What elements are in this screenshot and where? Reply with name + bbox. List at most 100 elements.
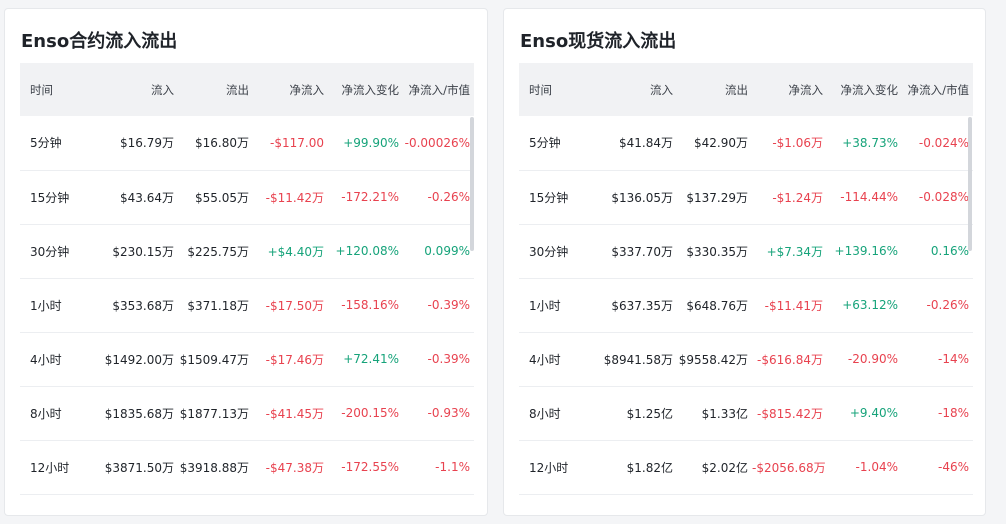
cell-inflow: $3871.50万 (104, 460, 174, 475)
cell-net-mcap-ratio: 0.099% (424, 244, 470, 258)
cell-outflow: $9558.42万 (678, 352, 748, 367)
cell-time: 5分钟 (529, 136, 561, 151)
column-header-outflow: 流出 (226, 82, 249, 97)
cell-time: 30分钟 (529, 244, 569, 259)
cell-inflow: $16.79万 (120, 136, 174, 151)
cell-net-change: -1.04% (855, 460, 898, 474)
table-row[interactable]: 30分钟 $337.70万 $330.35万 +$7.34万 +139.16% 0.16% (519, 224, 973, 278)
cell-time: 1小时 (529, 298, 561, 313)
table-row[interactable]: 5分钟 $16.79万 $16.80万 -$117.00 +99.90% -0.00026… (20, 116, 474, 170)
table-header-row: 时间 流入 流出 净流入 净流入变化 净流入/市值 (20, 63, 474, 116)
spot-flow-panel: Enso现货流入流出 时间 流入 流出 净流入 净流入变化 净流入/市值 5分钟… (503, 8, 986, 516)
cell-net-change: -172.21% (341, 190, 399, 204)
cell-net-inflow: -$11.42万 (265, 190, 324, 205)
cell-inflow: $637.35万 (611, 298, 673, 313)
cell-net-change: -172.55% (341, 460, 399, 474)
cell-outflow: $1.33亿 (701, 406, 748, 421)
cell-outflow: $648.76万 (686, 298, 748, 313)
cell-time: 12小时 (529, 460, 569, 475)
cell-net-mcap-ratio: -46% (937, 460, 969, 474)
cell-time: 30分钟 (30, 244, 70, 259)
cell-net-inflow: +$7.34万 (766, 244, 823, 259)
cell-net-mcap-ratio: -0.024% (918, 135, 969, 150)
column-header-time: 时间 (30, 82, 53, 97)
panel-title: Enso现货流入流出 (520, 31, 677, 52)
cell-time: 12小时 (30, 460, 70, 475)
cell-net-inflow: -$11.41万 (764, 298, 823, 313)
flow-table: 时间 流入 流出 净流入 净流入变化 净流入/市值 5分钟 $16.79万 $16.… (20, 63, 474, 495)
cell-net-inflow: -$17.46万 (265, 352, 324, 367)
table-header-row: 时间 流入 流出 净流入 净流入变化 净流入/市值 (519, 63, 973, 116)
cell-net-inflow: -$1.06万 (772, 136, 823, 151)
cell-net-mcap-ratio: -0.39% (427, 298, 470, 312)
cell-inflow: $230.15万 (112, 244, 174, 259)
table-body: 5分钟 $16.79万 $16.80万 -$117.00 +99.90% -0.00026… (20, 116, 474, 494)
table-row[interactable]: 5分钟 $41.84万 $42.90万 -$1.06万 +38.73% -0.024% (519, 116, 973, 170)
cell-outflow: $1509.47万 (179, 352, 249, 367)
cell-inflow: $337.70万 (611, 244, 673, 259)
cell-net-inflow: -$17.50万 (265, 298, 324, 313)
cell-net-mcap-ratio: -0.26% (926, 298, 969, 312)
cell-time: 15分钟 (529, 190, 569, 205)
cell-net-mcap-ratio: -0.93% (427, 406, 470, 420)
cell-time: 4小时 (529, 352, 561, 367)
cell-net-change: -114.44% (840, 190, 898, 204)
column-header-outflow: 流出 (725, 82, 748, 97)
cell-net-inflow: +$4.40万 (267, 244, 324, 259)
cell-inflow: $1492.00万 (104, 352, 174, 367)
cell-net-change: +9.40% (849, 406, 898, 420)
cell-net-change: +72.41% (343, 352, 399, 366)
table-row[interactable]: 15分钟 $43.64万 $55.05万 -$11.42万 -172.21% -0.26% (20, 170, 474, 224)
cell-outflow: $16.80万 (195, 136, 249, 151)
cell-outflow: $42.90万 (694, 136, 748, 151)
cell-time: 8小时 (30, 406, 62, 421)
table-row[interactable]: 12小时 $1.82亿 $2.02亿 -$2056.68万 -1.04% -46% (519, 440, 973, 494)
cell-net-inflow: -$2056.68万 (752, 460, 826, 475)
table-row[interactable]: 8小时 $1835.68万 $1877.13万 -$41.45万 -200.15% -0.… (20, 386, 474, 440)
column-header-inflow: 流入 (151, 82, 174, 97)
column-header-net-change: 净流入变化 (840, 82, 899, 97)
table-row[interactable]: 8小时 $1.25亿 $1.33亿 -$815.42万 +9.40% -18% (519, 386, 973, 440)
cell-outflow: $371.18万 (187, 298, 249, 313)
table-row[interactable]: 30分钟 $230.15万 $225.75万 +$4.40万 +120.08% 0.099… (20, 224, 474, 278)
cell-outflow: $330.35万 (686, 244, 748, 259)
cell-time: 15分钟 (30, 190, 70, 205)
table-row[interactable]: 15分钟 $136.05万 $137.29万 -$1.24万 -114.44% -0.02… (519, 170, 973, 224)
column-header-net-mcap: 净流入/市值 (907, 82, 969, 97)
flow-table-container[interactable]: 时间 流入 流出 净流入 净流入变化 净流入/市值 5分钟 $41.84万 $42.… (519, 63, 973, 503)
cell-net-change: -200.15% (341, 406, 399, 420)
cell-outflow: $55.05万 (195, 190, 249, 205)
cell-inflow: $1835.68万 (104, 406, 174, 421)
table-row[interactable]: 4小时 $1492.00万 $1509.47万 -$17.46万 +72.41% -0.3… (20, 332, 474, 386)
cell-outflow: $1877.13万 (179, 406, 249, 421)
cell-net-inflow: -$41.45万 (265, 406, 324, 421)
cell-net-change: -20.90% (847, 352, 898, 366)
scrollbar-thumb[interactable] (968, 117, 972, 251)
column-header-net-mcap: 净流入/市值 (408, 82, 470, 97)
cell-net-inflow: -$815.42万 (757, 406, 823, 421)
column-header-net-inflow: 净流入 (788, 82, 824, 97)
cell-net-mcap-ratio: -14% (937, 352, 969, 366)
cell-net-change: +120.08% (335, 244, 399, 258)
cell-net-change: -158.16% (341, 298, 399, 312)
cell-net-mcap-ratio: -0.028% (918, 190, 969, 204)
cell-net-change: +139.16% (834, 244, 898, 258)
cell-net-mcap-ratio: -0.00026% (404, 135, 470, 150)
flow-table-container[interactable]: 时间 流入 流出 净流入 净流入变化 净流入/市值 5分钟 $16.79万 $16.… (20, 63, 474, 503)
cell-inflow: $136.05万 (611, 190, 673, 205)
cell-inflow: $1.82亿 (626, 460, 673, 475)
table-row[interactable]: 1小时 $353.68万 $371.18万 -$17.50万 -158.16% -0.39… (20, 278, 474, 332)
cell-outflow: $3918.88万 (179, 460, 249, 475)
cell-inflow: $41.84万 (619, 136, 673, 151)
panel-title: Enso合约流入流出 (21, 31, 178, 52)
cell-net-change: +63.12% (842, 298, 898, 312)
cell-inflow: $8941.58万 (603, 352, 673, 367)
table-row[interactable]: 1小时 $637.35万 $648.76万 -$11.41万 +63.12% -0.26% (519, 278, 973, 332)
cell-inflow: $353.68万 (112, 298, 174, 313)
table-row[interactable]: 4小时 $8941.58万 $9558.42万 -$616.84万 -20.90% -14… (519, 332, 973, 386)
contract-flow-panel: Enso合约流入流出 时间 流入 流出 净流入 净流入变化 净流入/市值 5分钟… (4, 8, 488, 516)
flow-table: 时间 流入 流出 净流入 净流入变化 净流入/市值 5分钟 $41.84万 $42.… (519, 63, 973, 495)
scrollbar-thumb[interactable] (470, 117, 474, 251)
table-row[interactable]: 12小时 $3871.50万 $3918.88万 -$47.38万 -172.55% -1… (20, 440, 474, 494)
cell-time: 4小时 (30, 352, 62, 367)
